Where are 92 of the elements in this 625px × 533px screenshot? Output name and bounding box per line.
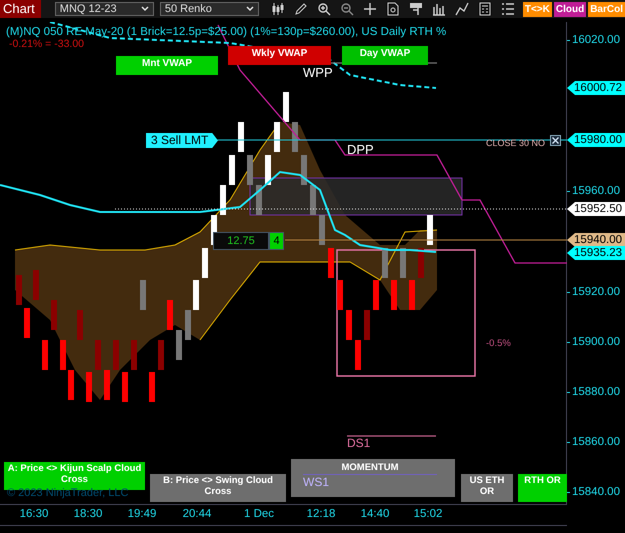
crosshair-icon[interactable] — [362, 2, 377, 16]
renko-brick — [346, 310, 352, 340]
renko-brick — [68, 370, 74, 400]
renko-brick — [337, 280, 343, 310]
time-label: 16:30 — [20, 508, 48, 520]
signal-button[interactable]: B: Price <> Swing Cloud Cross — [150, 474, 286, 502]
renko-brick — [409, 280, 415, 310]
momentum-title: MOMENTUM — [303, 462, 437, 475]
time-label: 15:02 — [414, 508, 442, 520]
renko-brick — [51, 300, 57, 330]
renko-brick — [310, 185, 316, 215]
position-quantity: 4 — [269, 232, 284, 250]
renko-brick — [167, 300, 173, 330]
vwap-button[interactable]: Wkly VWAP — [228, 46, 331, 65]
renko-brick — [247, 155, 253, 185]
renko-brick — [24, 308, 30, 338]
renko-brick — [283, 92, 289, 122]
renko-brick — [418, 248, 424, 278]
line-chart-icon[interactable] — [454, 2, 469, 16]
time-label: 1 Dec — [244, 508, 274, 520]
price-marker: 15940.00 — [567, 233, 625, 247]
renko-brick — [427, 215, 433, 245]
renko-brick — [149, 372, 155, 402]
renko-brick — [364, 310, 370, 340]
close-label: CLOSE 30 NO — [486, 138, 546, 148]
renko-brick — [373, 280, 379, 310]
time-label: 18:30 — [74, 508, 102, 520]
renko-brick — [113, 340, 119, 370]
renko-brick — [382, 248, 388, 278]
time-label: 19:49 — [128, 508, 156, 520]
renko-brick — [319, 215, 325, 245]
price-marker: 15952.50 — [567, 202, 625, 216]
toolbar-toggle-button[interactable]: Cloud — [554, 2, 586, 16]
renko-brick — [16, 275, 22, 305]
zoom-in-icon[interactable] — [316, 2, 331, 16]
close-icon[interactable] — [550, 135, 561, 146]
level-label: -0.5% — [486, 338, 511, 349]
level-label: DS1 — [347, 436, 370, 450]
renko-brick — [42, 340, 48, 370]
renko-brick — [355, 340, 361, 370]
renko-brick — [104, 370, 110, 400]
calculator-icon[interactable] — [478, 2, 492, 16]
renko-brick — [60, 340, 66, 370]
renko-brick — [176, 330, 182, 360]
renko-brick — [328, 248, 334, 278]
renko-brick — [202, 248, 208, 278]
candlestick-icon[interactable] — [270, 2, 285, 16]
renko-brick — [86, 372, 92, 402]
copyright-text: © 2023 NinjaTrader, LLC — [7, 487, 128, 499]
time-label: 14:40 — [360, 508, 390, 520]
renko-brick — [77, 310, 83, 340]
renko-brick — [131, 340, 137, 370]
instrument-dropdown[interactable]: MNQ 12-23 — [54, 2, 154, 16]
level-label: WS1 — [303, 475, 330, 489]
renko-brick — [33, 270, 39, 300]
time-label: 12:18 — [306, 508, 336, 520]
renko-brick — [140, 280, 146, 310]
zoom-out-icon[interactable] — [340, 2, 354, 16]
renko-brick — [274, 122, 280, 152]
level-label: WPP — [303, 65, 333, 80]
renko-brick — [256, 185, 262, 215]
renko-brick — [400, 248, 406, 278]
caret-icon — [246, 6, 254, 12]
renko-brick — [158, 340, 164, 370]
bar-chart-icon[interactable] — [432, 2, 446, 16]
renko-brick — [265, 155, 271, 185]
caret-icon — [140, 6, 149, 12]
list-icon[interactable] — [500, 2, 515, 16]
renko-brick — [292, 122, 298, 152]
renko-brick — [122, 372, 128, 402]
level-label: DPP — [347, 142, 374, 157]
renko-brick — [220, 185, 226, 215]
price-marker: 15935.23 — [567, 246, 625, 260]
renko-brick — [229, 155, 235, 185]
renko-brick — [301, 155, 307, 185]
properties-icon[interactable] — [408, 2, 423, 16]
document-search-icon[interactable] — [386, 2, 400, 16]
chart-title: Chart — [0, 0, 41, 18]
price-marker: 15980.00 — [567, 133, 625, 147]
renko-brick — [185, 310, 191, 340]
renko-brick — [193, 280, 199, 310]
renko-brick — [238, 122, 244, 152]
price-marker: 16000.72 — [567, 81, 625, 95]
pencil-icon[interactable] — [294, 2, 308, 16]
order-label[interactable]: 3 Sell LMT — [146, 133, 218, 148]
renko-brick — [391, 280, 397, 310]
daily-change: -0.21% = -33.00 — [9, 38, 84, 50]
signal-button[interactable]: US ETH OR — [461, 474, 513, 502]
position-pnl: 12.75 — [213, 232, 269, 250]
time-label: 20:44 — [182, 508, 212, 520]
bar-type-dropdown[interactable]: 50 Renko — [160, 2, 259, 16]
renko-brick — [95, 340, 101, 370]
